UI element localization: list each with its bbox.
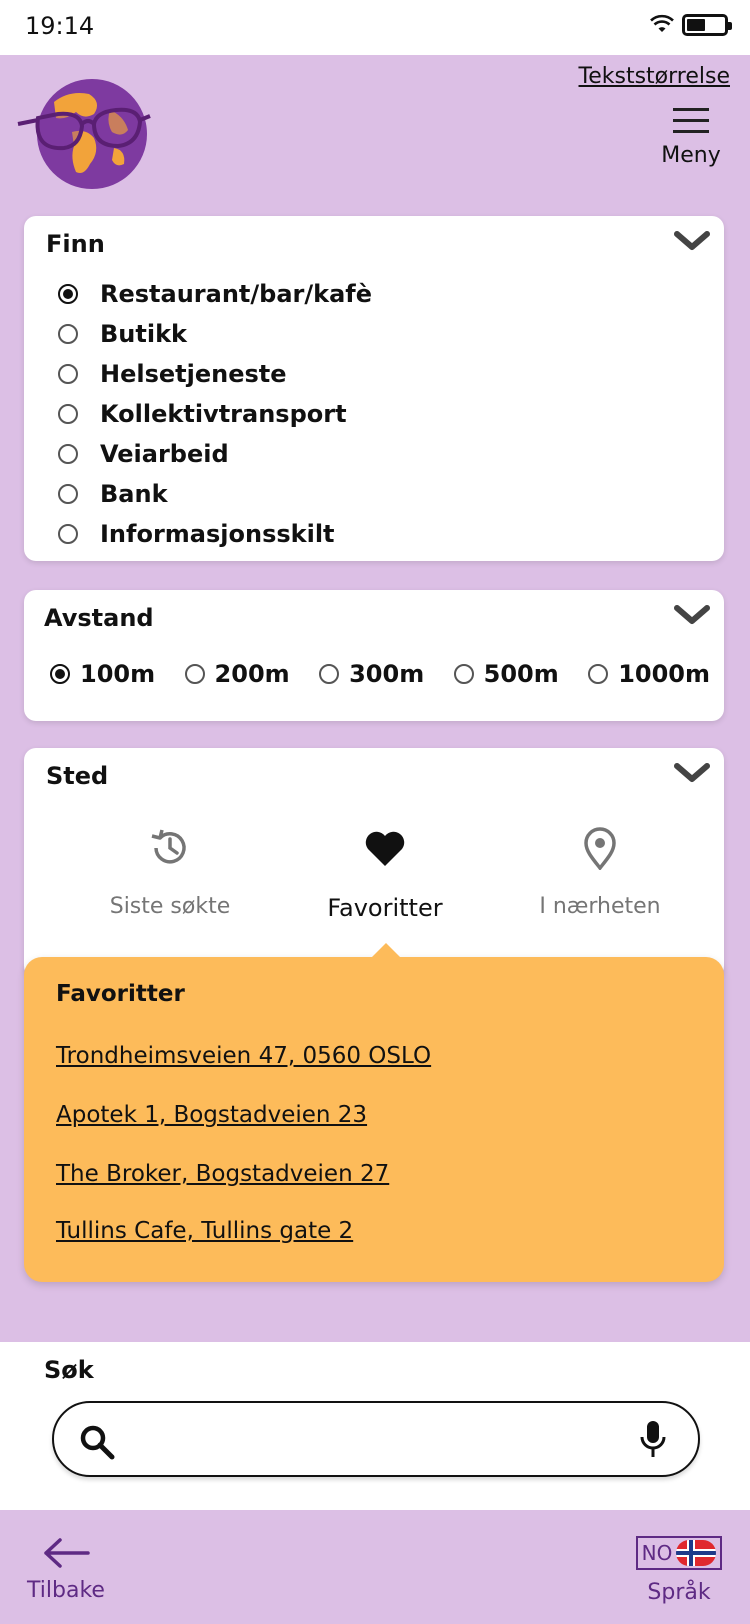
radio[interactable] (58, 364, 78, 384)
distance-option-100m[interactable]: 100m (50, 660, 155, 688)
distance-option-300m[interactable]: 300m (319, 660, 424, 688)
back-button[interactable]: Tilbake (26, 1538, 106, 1603)
distance-option-500m[interactable]: 500m (453, 660, 559, 688)
avstand-card: Avstand 100m 200m 300m 500m 1000m (24, 590, 724, 721)
radio[interactable] (58, 324, 78, 344)
finn-options: Restaurant/bar/kafè Butikk Helsetjeneste… (58, 274, 372, 554)
globe-glasses-logo[interactable] (14, 72, 154, 192)
favorite-link[interactable]: The Broker, Bogstadveien 27 (56, 1161, 389, 1187)
search-icon[interactable] (78, 1423, 116, 1461)
radio[interactable] (58, 444, 78, 464)
distance-option-1000m[interactable]: 1000m (588, 660, 710, 688)
radio-selected[interactable] (58, 284, 78, 304)
favorite-link[interactable]: Trondheimsveien 47, 0560 OSLO (56, 1043, 431, 1069)
arrow-left-icon (44, 1538, 90, 1568)
finn-option-bank[interactable]: Bank (58, 474, 372, 514)
finn-option-restaurant[interactable]: Restaurant/bar/kafè (58, 274, 372, 314)
location-icon (490, 826, 710, 870)
sted-tabs: Siste søkte Favoritter I nærheten (24, 826, 724, 936)
radio[interactable] (58, 404, 78, 424)
finn-option-informasjonsskilt[interactable]: Informasjonsskilt (58, 514, 372, 554)
radio[interactable] (58, 484, 78, 504)
favorites-caret (370, 943, 402, 959)
battery-icon (682, 14, 732, 36)
distance-option-200m[interactable]: 200m (184, 660, 290, 688)
finn-option-kollektivtransport[interactable]: Kollektivtransport (58, 394, 372, 434)
tab-label: Favoritter (327, 894, 443, 922)
wifi-icon (650, 14, 674, 32)
history-icon (60, 826, 280, 870)
tab-favoritter[interactable]: Favoritter (275, 826, 495, 922)
tab-label: Siste søkte (109, 894, 231, 919)
menu-label: Meny (661, 143, 721, 168)
favorites-panel: Favoritter Trondheimsveien 47, 0560 OSLO… (24, 943, 724, 1282)
radio-selected[interactable] (50, 664, 70, 684)
tab-label: I nærheten (539, 894, 661, 919)
search-section: Søk (0, 1342, 750, 1510)
favorite-link[interactable]: Tullins Cafe, Tullins gate 2 (56, 1218, 353, 1244)
menu-button[interactable]: Meny (656, 108, 726, 168)
radio[interactable] (453, 664, 474, 684)
favorite-link[interactable]: Apotek 1, Bogstadveien 23 (56, 1102, 367, 1128)
finn-title: Finn (46, 230, 105, 258)
tab-i-naerheten[interactable]: I nærheten (490, 826, 710, 919)
finn-option-veiarbeid[interactable]: Veiarbeid (58, 434, 372, 474)
norway-flag-icon (676, 1540, 717, 1566)
chevron-down-icon[interactable] (674, 604, 710, 626)
chevron-down-icon[interactable] (674, 230, 710, 252)
distance-options: 100m 200m 300m 500m 1000m (50, 660, 710, 688)
sted-title: Sted (46, 762, 109, 790)
finn-option-butikk[interactable]: Butikk (58, 314, 372, 354)
search-input[interactable] (134, 1419, 608, 1461)
language-badge: NO (636, 1536, 722, 1570)
finn-option-helsetjeneste[interactable]: Helsetjeneste (58, 354, 372, 394)
heart-icon (275, 826, 495, 870)
chevron-down-icon[interactable] (674, 762, 710, 784)
status-time: 19:14 (25, 12, 95, 40)
favorites-title: Favoritter (56, 981, 185, 1007)
microphone-icon[interactable] (638, 1419, 668, 1461)
language-label: Språk (647, 1580, 711, 1605)
language-button[interactable]: NO Språk (634, 1536, 724, 1605)
bottom-bar: Tilbake NO Språk (0, 1510, 750, 1624)
radio[interactable] (588, 664, 609, 684)
hamburger-icon (656, 108, 726, 133)
search-box[interactable] (52, 1401, 700, 1477)
search-label: Søk (44, 1356, 94, 1384)
tab-siste-sokte[interactable]: Siste søkte (60, 826, 280, 919)
avstand-title: Avstand (44, 604, 154, 632)
radio[interactable] (58, 524, 78, 544)
status-bar: 19:14 (0, 0, 750, 55)
back-label: Tilbake (27, 1578, 105, 1603)
language-code: NO (641, 1541, 673, 1565)
text-size-link[interactable]: Tekststørrelse (579, 64, 730, 89)
radio[interactable] (319, 664, 340, 684)
finn-card: Finn Restaurant/bar/kafè Butikk Helsetje… (24, 216, 724, 561)
radio[interactable] (184, 664, 205, 684)
